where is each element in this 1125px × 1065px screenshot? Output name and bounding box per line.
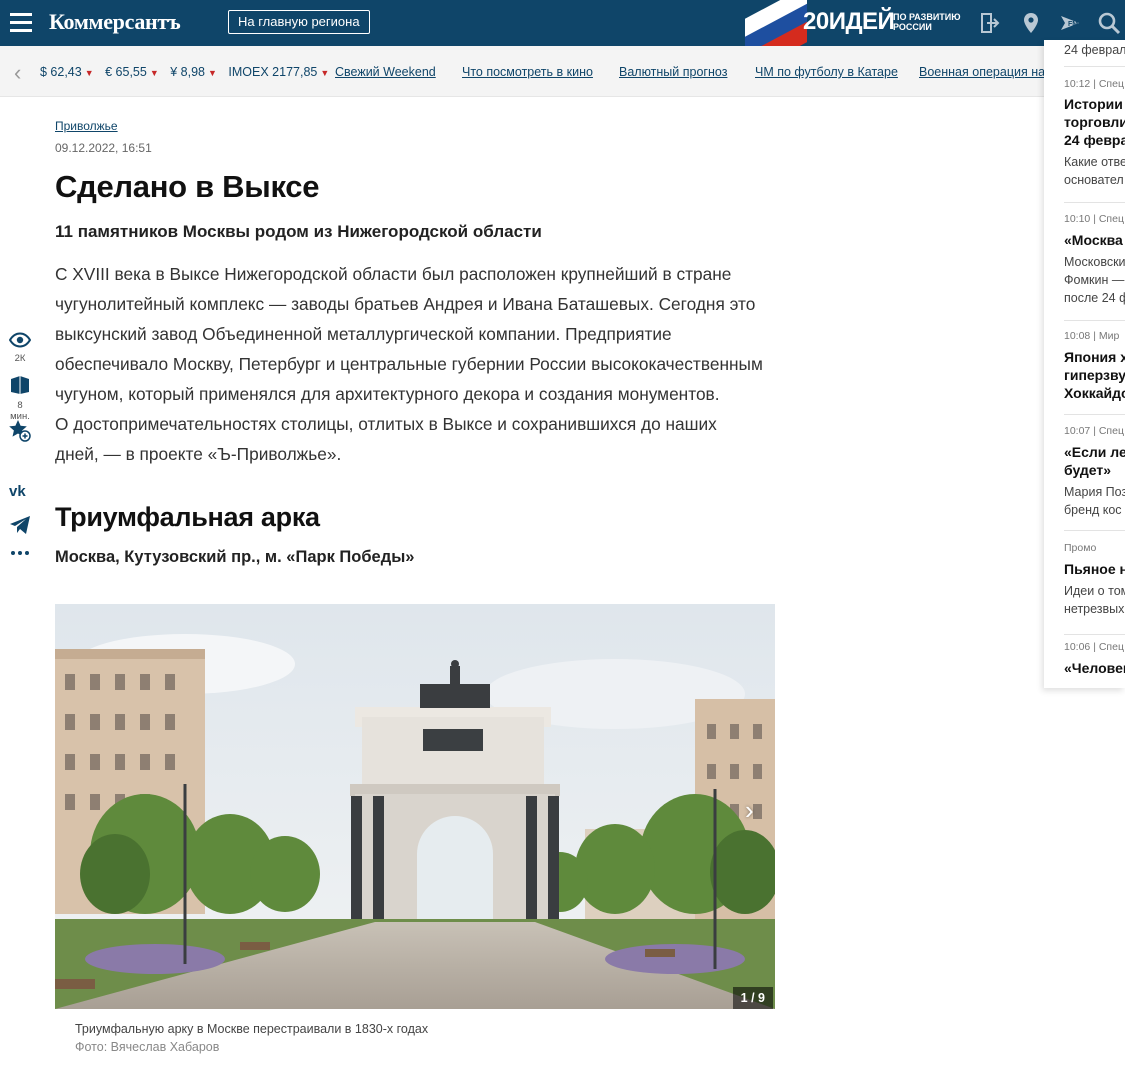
section-title: Триумфальная арка bbox=[55, 502, 320, 532]
feed-item-meta: 10:12 | Спец bbox=[1064, 78, 1124, 90]
site-logo[interactable]: Коммерсантъ bbox=[49, 9, 181, 35]
feed-item-summary: после 24 ф bbox=[1064, 291, 1125, 305]
news-feed-panel: 24 феврал 10:12 | Спец Истории торговли … bbox=[1044, 40, 1125, 688]
lead-line: чугунолитейный комплекс — заводы братьев… bbox=[55, 294, 756, 314]
feed-item[interactable]: 10:08 | Мир Япония х гиперзву Хоккайдо bbox=[1064, 330, 1125, 402]
feed-item-summary: Идеи о том bbox=[1064, 584, 1125, 598]
location-pin-icon[interactable] bbox=[1019, 11, 1043, 35]
telegram-share-icon[interactable] bbox=[8, 515, 32, 540]
gallery-counter: 1 / 9 bbox=[732, 987, 773, 1009]
login-icon[interactable] bbox=[977, 11, 1001, 35]
feed-item-title: Истории bbox=[1064, 96, 1123, 112]
promo-banner[interactable]: 20ИДЕЙ ПО РАЗВИТИЮ РОССИИ bbox=[745, 0, 970, 46]
rate-imoex[interactable]: IMOEX 2177,85 ▼ bbox=[228, 65, 329, 79]
svg-text:vk: vk bbox=[9, 483, 26, 498]
article-rubric-link[interactable]: Приволжье bbox=[55, 119, 118, 133]
article-subtitle: 11 памятников Москвы родом из Нижегородс… bbox=[55, 222, 542, 241]
ticker-prev-arrow-icon[interactable]: ‹ bbox=[14, 60, 21, 86]
eye-icon bbox=[8, 332, 32, 348]
article-date: 09.12.2022, 16:51 bbox=[55, 141, 152, 155]
feed-item-title: Пьяное н bbox=[1064, 561, 1125, 577]
feed-item-meta: 10:08 | Мир bbox=[1064, 330, 1120, 342]
article-lead: С XVIII века в Выксе Нижегородской облас… bbox=[55, 259, 775, 469]
radio-icon[interactable]: FM bbox=[1058, 11, 1082, 35]
feed-item[interactable]: 10:07 | Спец «Если лех будет» Мария Поз … bbox=[1064, 425, 1125, 519]
burger-menu-icon[interactable] bbox=[10, 13, 32, 32]
feed-item-title: Хоккайдо bbox=[1064, 385, 1125, 401]
currency-rates: $ 62,43 ▼ € 65,55 ▼ ¥ 8,98 ▼ IMOEX 2177,85 ▼ bbox=[40, 65, 337, 79]
region-home-button[interactable]: На главную региона bbox=[228, 10, 370, 34]
add-favorite-star-icon[interactable] bbox=[8, 419, 32, 448]
rate-cny[interactable]: ¥ 8,98 ▼ bbox=[170, 65, 217, 79]
lead-line: выксунский завод Объединенной металлурги… bbox=[55, 324, 672, 344]
ticker-link-military-operation[interactable]: Военная операция на У bbox=[919, 65, 1056, 79]
rate-eur[interactable]: € 65,55 ▼ bbox=[105, 65, 159, 79]
book-icon bbox=[11, 376, 29, 394]
ticker-link-cinema[interactable]: Что посмотреть в кино bbox=[462, 65, 593, 79]
search-icon[interactable] bbox=[1097, 11, 1121, 35]
views-counter: 2К bbox=[8, 332, 32, 364]
feed-item-meta: 10:10 | Спец bbox=[1064, 213, 1124, 225]
monument-address: Москва, Кутузовский пр., м. «Парк Победы… bbox=[55, 548, 415, 566]
feed-divider bbox=[1064, 202, 1125, 203]
gallery-photo[interactable]: 1 / 9 bbox=[55, 604, 775, 1009]
photo-credit: Фото: Вячеслав Хабаров bbox=[75, 1040, 220, 1054]
ticker-link-weekend[interactable]: Свежий Weekend bbox=[335, 65, 436, 79]
feed-item-summary: Фомкин — bbox=[1064, 273, 1125, 287]
feed-item[interactable]: 10:06 | Спец «Человек bbox=[1064, 641, 1125, 677]
feed-item-title: Япония х bbox=[1064, 349, 1125, 365]
promo-title: 20ИДЕЙ bbox=[803, 8, 895, 35]
site-header: Коммерсантъ На главную региона 20ИДЕЙ ПО… bbox=[0, 0, 1125, 46]
read-time: 8 мин. bbox=[8, 375, 32, 422]
feed-divider bbox=[1064, 530, 1125, 531]
feed-item-summary: Московски bbox=[1064, 255, 1125, 269]
feed-item[interactable]: Промо Пьяное н Идеи о том нетрезвых bbox=[1064, 542, 1125, 618]
feed-item-summary: Какие отве bbox=[1064, 155, 1125, 169]
feed-item-title: «Человек bbox=[1064, 660, 1125, 676]
feed-divider bbox=[1064, 634, 1125, 635]
feed-item-meta: Промо bbox=[1064, 542, 1097, 554]
svg-text:FM: FM bbox=[1068, 21, 1078, 28]
feed-item-title: «Если лех bbox=[1064, 444, 1125, 460]
feed-item-title: 24 февра bbox=[1064, 132, 1125, 148]
feed-top-text: 24 феврал bbox=[1064, 43, 1125, 57]
lead-line: дней, — в проекте «Ъ-Приволжье». bbox=[55, 444, 342, 464]
lead-line: О достопримечательностях столицы, отлиты… bbox=[55, 414, 717, 434]
feed-item-summary: нетрезвых bbox=[1064, 602, 1125, 616]
feed-item-summary: Мария Поз bbox=[1064, 485, 1125, 499]
feed-item-title: торговли bbox=[1064, 114, 1125, 130]
lead-line: обеспечивало Москву, Петербург и централ… bbox=[55, 354, 763, 374]
more-share-icon[interactable] bbox=[8, 545, 32, 563]
feed-item-summary: бренд кос bbox=[1064, 503, 1122, 517]
triumphal-arch-photo bbox=[55, 604, 775, 1009]
gallery-next-arrow-icon[interactable]: › bbox=[745, 795, 754, 826]
feed-divider bbox=[1064, 414, 1125, 415]
feed-item-title: гиперзву bbox=[1064, 367, 1125, 383]
feed-item-title: будет» bbox=[1064, 462, 1112, 478]
lead-line: чугуном, который применялся для архитект… bbox=[55, 384, 720, 404]
feed-divider bbox=[1064, 320, 1125, 321]
feed-item-summary: основател bbox=[1064, 173, 1124, 187]
russian-flag-image bbox=[745, 0, 807, 46]
lead-line: С XVIII века в Выксе Нижегородской облас… bbox=[55, 264, 732, 284]
photo-caption: Триумфальную арку в Москве перестраивали… bbox=[75, 1022, 429, 1036]
feed-divider bbox=[1064, 66, 1125, 67]
feed-item-title: «Москва bbox=[1064, 232, 1123, 248]
rate-usd[interactable]: $ 62,43 ▼ bbox=[40, 65, 94, 79]
article-title: Сделано в Выксе bbox=[55, 169, 320, 204]
feed-item-meta: 10:06 | Спец bbox=[1064, 641, 1124, 653]
feed-item[interactable]: 10:10 | Спец «Москва Московски Фомкин — … bbox=[1064, 213, 1125, 307]
feed-item-meta: 10:07 | Спец bbox=[1064, 425, 1124, 437]
vk-share-icon[interactable]: vk bbox=[8, 482, 32, 503]
ticker-link-currency-forecast[interactable]: Валютный прогноз bbox=[619, 65, 727, 79]
views-count: 2К bbox=[14, 353, 26, 364]
ticker-link-world-cup[interactable]: ЧМ по футболу в Катаре bbox=[755, 65, 898, 79]
feed-item[interactable]: 10:12 | Спец Истории торговли 24 февра К… bbox=[1064, 78, 1125, 189]
ticker-bar: ‹ $ 62,43 ▼ € 65,55 ▼ ¥ 8,98 ▼ IMOEX 2177,8… bbox=[0, 46, 1125, 97]
promo-subtitle: ПО РАЗВИТИЮ РОССИИ bbox=[893, 12, 961, 32]
